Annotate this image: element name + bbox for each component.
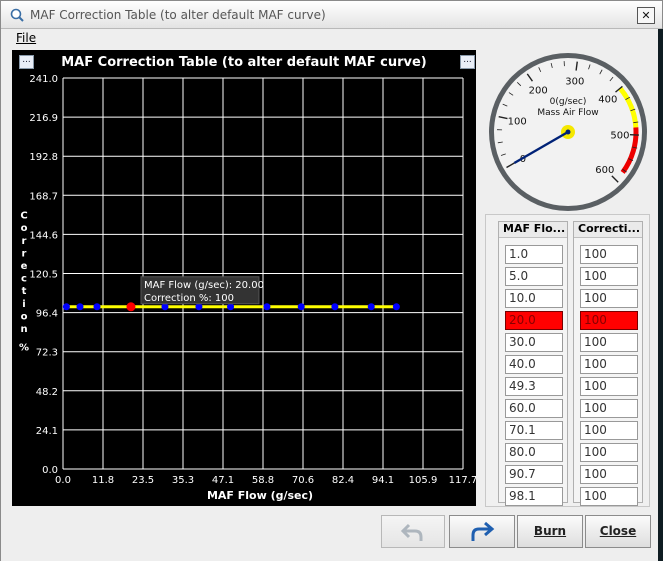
maf_flow-cell[interactable]: 70.1 bbox=[505, 421, 563, 440]
x-tick-label: 35.3 bbox=[172, 475, 194, 486]
maf-flow-header[interactable]: MAF Flo... bbox=[499, 222, 567, 238]
data-point[interactable] bbox=[93, 303, 101, 311]
correction-cell[interactable]: 100 bbox=[580, 377, 638, 396]
gauge-tick-label: 100 bbox=[508, 117, 527, 128]
y-tick-label: 72.3 bbox=[36, 348, 58, 359]
correction-cell[interactable]: 100 bbox=[580, 443, 638, 462]
window-close-button[interactable]: ✕ bbox=[637, 7, 655, 24]
gauge-tick-label: 200 bbox=[529, 85, 548, 96]
correction-cell[interactable]: 100 bbox=[580, 333, 638, 352]
x-axis-label: MAF Flow (g/sec) bbox=[207, 489, 313, 502]
gauge-tick-label: 600 bbox=[595, 165, 614, 176]
selected-data-point[interactable] bbox=[126, 302, 136, 312]
y-tick-label: 168.7 bbox=[29, 191, 58, 202]
data-point[interactable] bbox=[367, 303, 375, 311]
y-tick-label: 48.2 bbox=[36, 387, 58, 398]
data-point[interactable] bbox=[195, 303, 203, 311]
maf_flow-cell[interactable]: 1.0 bbox=[505, 245, 563, 264]
y-tick-label: 96.4 bbox=[36, 309, 58, 320]
data-point[interactable] bbox=[263, 303, 271, 311]
gauge-value-label: 0(g/sec) bbox=[550, 97, 587, 107]
close-button[interactable]: Close bbox=[585, 515, 651, 548]
maf-correction-window: MAF Correction Table (to alter default M… bbox=[0, 0, 663, 561]
maf_flow-cell[interactable]: 20.0 bbox=[505, 311, 563, 330]
menu-bar: File bbox=[1, 29, 662, 49]
data-point[interactable] bbox=[227, 303, 235, 311]
tooltip-line-1: MAF Flow (g/sec): 20.00 bbox=[144, 280, 264, 291]
maf_flow-cell[interactable]: 49.3 bbox=[505, 377, 563, 396]
y-tick-label: 241.0 bbox=[29, 74, 58, 85]
maf_flow-cell[interactable]: 80.0 bbox=[505, 443, 563, 462]
data-point[interactable] bbox=[76, 303, 84, 311]
y-tick-label: 24.1 bbox=[36, 426, 58, 437]
maf_flow-cell[interactable]: 10.0 bbox=[505, 289, 563, 308]
maf_flow-cell[interactable]: 98.1 bbox=[505, 487, 563, 506]
x-tick-label: 117.7 bbox=[449, 475, 476, 486]
y-tick-label: 216.9 bbox=[29, 113, 58, 124]
data-point[interactable] bbox=[331, 303, 339, 311]
y-tick-label: 192.8 bbox=[29, 152, 58, 163]
data-point[interactable] bbox=[392, 303, 400, 311]
close-button-label: Close bbox=[599, 524, 637, 538]
x-tick-label: 0.0 bbox=[55, 475, 71, 486]
correction-chart[interactable]: MAF Correction Table (to alter default M… bbox=[12, 50, 476, 506]
undo-button[interactable] bbox=[381, 515, 445, 548]
x-tick-label: 105.9 bbox=[409, 475, 438, 486]
x-tick-label: 82.4 bbox=[332, 475, 354, 486]
correction-cell[interactable]: 100 bbox=[580, 355, 638, 374]
data-point[interactable] bbox=[62, 303, 70, 311]
data-point[interactable] bbox=[297, 303, 305, 311]
burn-button-label: Burn bbox=[533, 524, 567, 538]
maf_flow-cell[interactable]: 60.0 bbox=[505, 399, 563, 418]
burn-button[interactable]: Burn bbox=[517, 515, 583, 548]
y-tick-label: 120.5 bbox=[29, 270, 58, 281]
correction-cell[interactable]: 100 bbox=[580, 267, 638, 286]
tooltip-line-2: Correction %: 100 bbox=[144, 293, 234, 304]
chart-right-options-button[interactable]: ... bbox=[460, 55, 475, 69]
gauge-tick-label: 400 bbox=[598, 95, 617, 106]
chart-left-options-button[interactable]: ... bbox=[19, 55, 34, 69]
background-edge bbox=[658, 29, 663, 561]
x-tick-label: 94.1 bbox=[372, 475, 394, 486]
y-tick-label: 0.0 bbox=[42, 465, 58, 476]
correction-cell[interactable]: 100 bbox=[580, 421, 638, 440]
gauge-tick-label: 500 bbox=[610, 130, 629, 141]
app-icon bbox=[10, 8, 24, 22]
data-point[interactable] bbox=[161, 303, 169, 311]
x-tick-label: 58.8 bbox=[252, 475, 274, 486]
x-tick-label: 11.8 bbox=[92, 475, 114, 486]
maf-correction-table: MAF Flo... 1.0 5.0 10.0 20.0 30.0 40.0 49.3 60.… bbox=[485, 214, 650, 507]
maf_flow-cell[interactable]: 30.0 bbox=[505, 333, 563, 352]
x-tick-label: 70.6 bbox=[292, 475, 314, 486]
gauge-name-label: Mass Air Flow bbox=[537, 108, 598, 118]
chart-title: MAF Correction Table (to alter default M… bbox=[61, 55, 427, 70]
maf_flow-cell[interactable]: 40.0 bbox=[505, 355, 563, 374]
gauge-tick-label: 300 bbox=[565, 76, 584, 87]
correction-cell[interactable]: 100 bbox=[580, 487, 638, 506]
chart-svg[interactable]: MAF Correction Table (to alter default M… bbox=[12, 50, 476, 506]
maf_flow-cell[interactable]: 90.7 bbox=[505, 465, 563, 484]
correction-cell[interactable]: 100 bbox=[580, 399, 638, 418]
redo-icon bbox=[471, 521, 495, 541]
menu-file[interactable]: File bbox=[16, 31, 36, 45]
y-tick-label: 144.6 bbox=[29, 230, 58, 241]
undo-icon bbox=[401, 523, 423, 541]
correction-column: Correcti... 100 100 100 100 100 100 100 100 100 1… bbox=[573, 221, 643, 506]
y-axis-label: Correction % bbox=[19, 211, 29, 354]
title-bar[interactable]: MAF Correction Table (to alter default M… bbox=[1, 1, 662, 29]
correction-cell[interactable]: 100 bbox=[580, 465, 638, 484]
gauge-needle-pivot bbox=[565, 129, 571, 135]
x-tick-label: 47.1 bbox=[212, 475, 234, 486]
correction-cell[interactable]: 100 bbox=[580, 245, 638, 264]
maf-flow-column: MAF Flo... 1.0 5.0 10.0 20.0 30.0 40.0 49.3 60.… bbox=[498, 221, 568, 506]
window-title: MAF Correction Table (to alter default M… bbox=[30, 8, 326, 22]
correction-header[interactable]: Correcti... bbox=[574, 222, 642, 238]
mass-air-flow-gauge: 01002003004005006000(g/sec)Mass Air Flow bbox=[489, 53, 647, 211]
maf_flow-cell[interactable]: 5.0 bbox=[505, 267, 563, 286]
redo-button[interactable] bbox=[449, 515, 515, 548]
correction-cell[interactable]: 100 bbox=[580, 311, 638, 330]
x-tick-label: 23.5 bbox=[132, 475, 154, 486]
correction-cell[interactable]: 100 bbox=[580, 289, 638, 308]
